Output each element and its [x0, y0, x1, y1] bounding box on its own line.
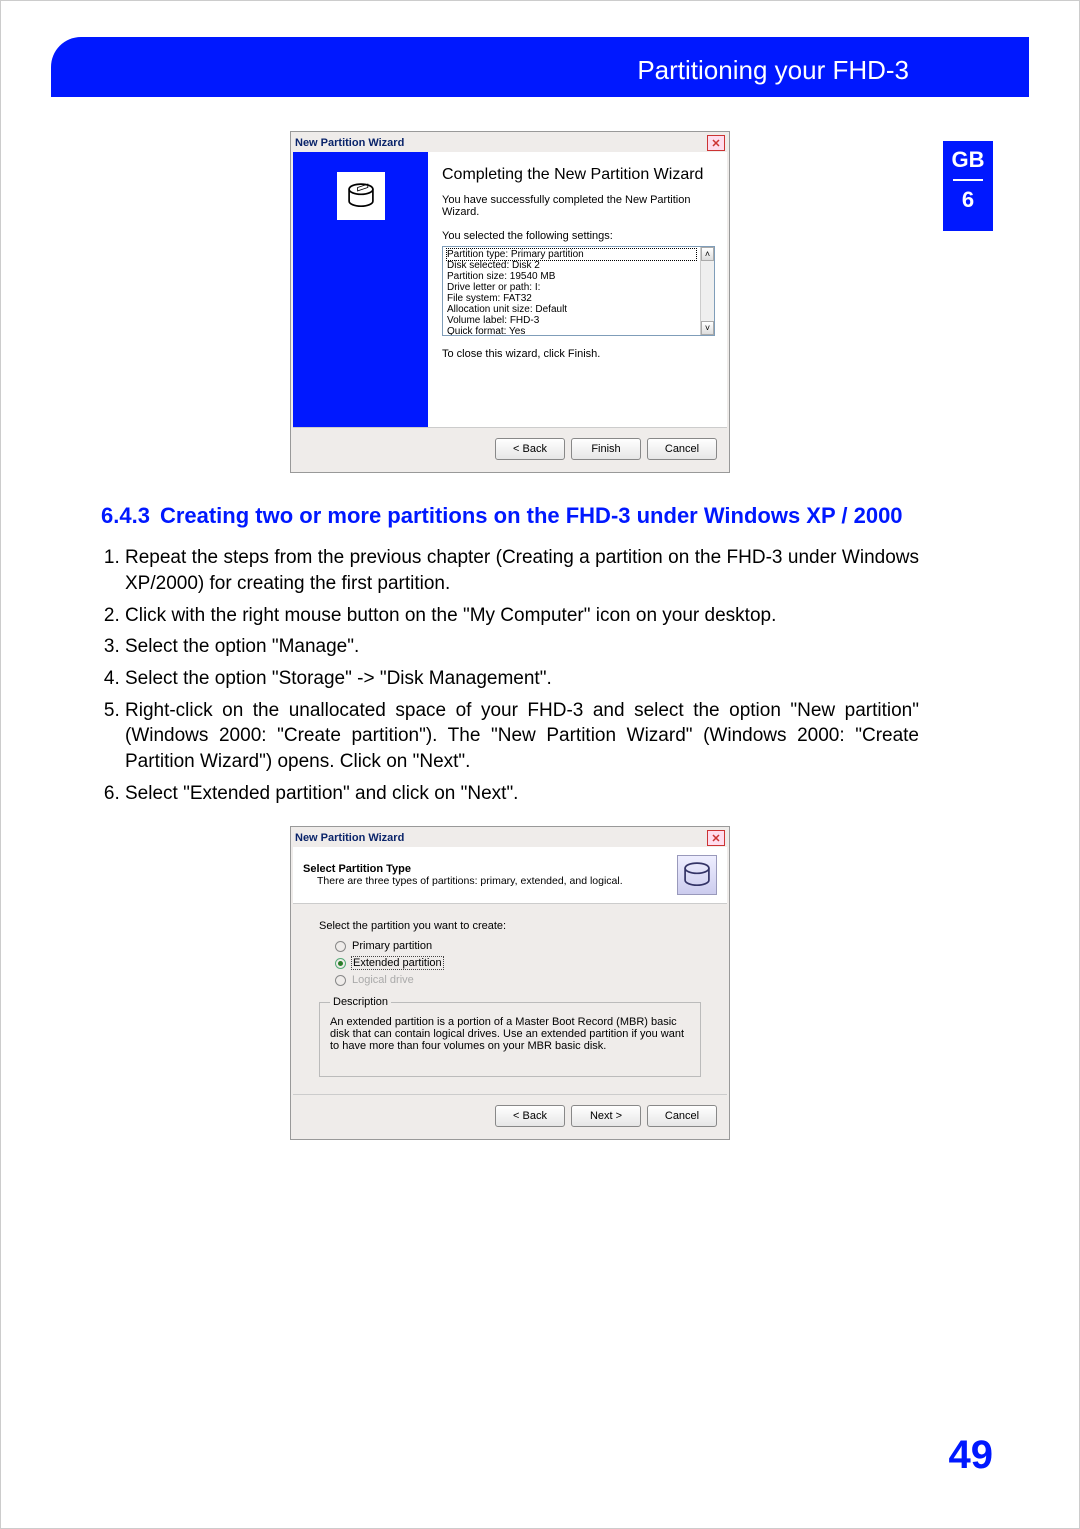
wizard2-head-sub: There are three types of partitions: pri… — [317, 875, 677, 887]
radio-extended[interactable]: Extended partition — [335, 957, 701, 969]
section-heading: 6.4.3 Creating two or more partitions on… — [101, 503, 919, 529]
wizard1-title: New Partition Wizard — [295, 137, 707, 149]
wizard-completing: New Partition Wizard ✕ Completing the Ne… — [290, 131, 730, 473]
wizard1-selected-intro: You selected the following settings: — [442, 230, 715, 242]
wizard1-settings-list[interactable]: Partition type: Primary partition Disk s… — [442, 246, 715, 336]
instruction-step: Select the option "Storage" -> "Disk Man… — [125, 666, 919, 692]
side-badge: GB 6 — [943, 141, 993, 231]
section-title: Creating two or more partitions on the F… — [160, 503, 903, 529]
disk-icon — [337, 172, 385, 220]
scroll-down-icon[interactable]: ˅ — [701, 321, 714, 335]
scroll-up-icon[interactable]: ˄ — [701, 247, 714, 261]
wizard1-setting: Partition type: Primary partition — [447, 249, 696, 260]
instruction-step: Repeat the steps from the previous chapt… — [125, 545, 919, 596]
wizard1-setting: Quick format: Yes — [447, 326, 710, 336]
description-text: An extended partition is a portion of a … — [330, 1016, 690, 1052]
description-legend: Description — [330, 996, 391, 1008]
document-page: Partitioning your FHD-3 GB 6 New Partiti… — [0, 0, 1080, 1529]
wizard1-setting: Disk selected: Disk 2 — [447, 260, 710, 271]
side-lang: GB — [943, 147, 993, 173]
close-icon[interactable]: ✕ — [707, 135, 725, 151]
radio-primary[interactable]: Primary partition — [335, 940, 701, 952]
radio-icon — [335, 941, 346, 952]
instruction-step: Right-click on the unallocated space of … — [125, 698, 919, 775]
wizard-select-type: New Partition Wizard ✕ Select Partition … — [290, 826, 730, 1140]
wizard1-setting: Allocation unit size: Default — [447, 304, 710, 315]
radio-logical: Logical drive — [335, 974, 701, 986]
scrollbar[interactable]: ˄ ˅ — [700, 247, 714, 335]
wizard1-setting: Partition size: 19540 MB — [447, 271, 710, 282]
close-icon[interactable]: ✕ — [707, 830, 725, 846]
instruction-step: Click with the right mouse button on the… — [125, 603, 919, 629]
wizard1-setting: File system: FAT32 — [447, 293, 710, 304]
cancel-button[interactable]: Cancel — [647, 1105, 717, 1127]
cancel-button[interactable]: Cancel — [647, 438, 717, 460]
wizard2-prompt: Select the partition you want to create: — [319, 920, 701, 932]
radio-icon — [335, 958, 346, 969]
wizard1-close-msg: To close this wizard, click Finish. — [442, 348, 715, 360]
page-header: Partitioning your FHD-3 — [51, 37, 1029, 97]
next-button[interactable]: Next > — [571, 1105, 641, 1127]
section-number: 6.4.3 — [101, 503, 150, 529]
description-box: Description An extended partition is a p… — [319, 996, 701, 1077]
radio-label: Primary partition — [352, 940, 432, 952]
wizard2-title: New Partition Wizard — [295, 832, 707, 844]
wizard1-setting: Drive letter or path: I: — [447, 282, 710, 293]
page-number: 49 — [949, 1433, 994, 1478]
wizard1-setting: Volume label: FHD-3 — [447, 315, 710, 326]
side-chapter: 6 — [943, 187, 993, 213]
finish-button[interactable]: Finish — [571, 438, 641, 460]
instruction-step: Select the option "Manage". — [125, 634, 919, 660]
radio-label: Extended partition — [352, 957, 443, 969]
wizard1-left-panel — [293, 152, 428, 427]
back-button[interactable]: < Back — [495, 1105, 565, 1127]
radio-icon — [335, 975, 346, 986]
instruction-list: Repeat the steps from the previous chapt… — [125, 545, 919, 806]
disk-icon — [677, 855, 717, 895]
wizard2-head-title: Select Partition Type — [303, 863, 411, 875]
wizard1-heading: Completing the New Partition Wizard — [442, 166, 715, 184]
page-header-title: Partitioning your FHD-3 — [637, 55, 909, 86]
radio-label: Logical drive — [352, 974, 414, 986]
back-button[interactable]: < Back — [495, 438, 565, 460]
wizard1-success: You have successfully completed the New … — [442, 194, 715, 218]
instruction-step: Select "Extended partition" and click on… — [125, 781, 919, 807]
